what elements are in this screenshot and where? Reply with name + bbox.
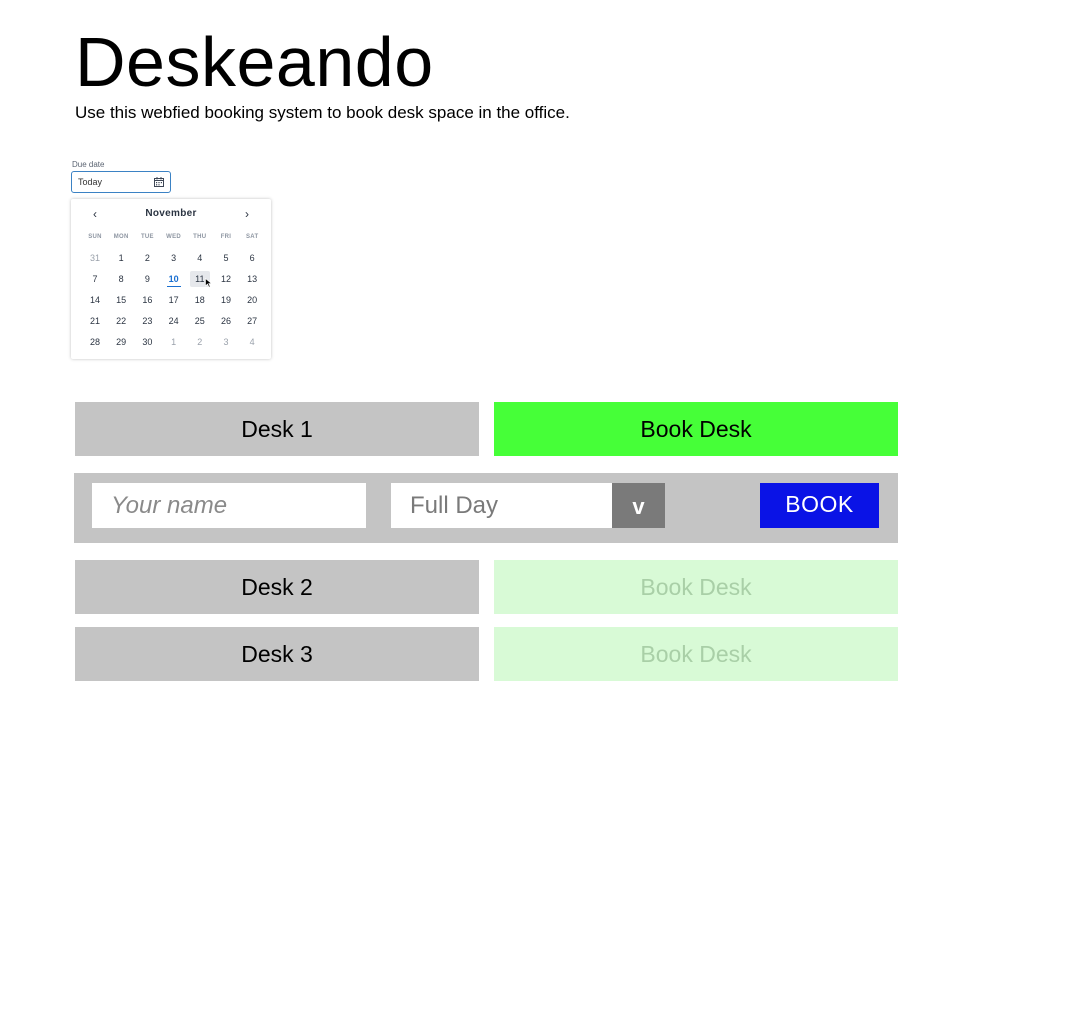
- calendar-day[interactable]: 24: [164, 313, 184, 329]
- calendar-day[interactable]: 1: [111, 250, 131, 266]
- desk-1-label: Desk 1: [75, 402, 479, 456]
- calendar-icon[interactable]: [154, 177, 164, 187]
- calendar-day[interactable]: 6: [242, 250, 262, 266]
- calendar-day[interactable]: 21: [85, 313, 105, 329]
- calendar-day[interactable]: 17: [164, 292, 184, 308]
- calendar-day[interactable]: 5: [216, 250, 236, 266]
- calendar-day[interactable]: 9: [137, 271, 157, 287]
- calendar-day[interactable]: 13: [242, 271, 262, 287]
- calendar-day[interactable]: 4: [190, 250, 210, 266]
- calendar-day[interactable]: 25: [190, 313, 210, 329]
- name-input[interactable]: [92, 483, 366, 528]
- due-date-value: Today: [78, 177, 103, 187]
- weekday-label: FRI: [220, 234, 232, 240]
- booking-form: Full Day v BOOK: [74, 473, 898, 543]
- weekday-label: WED: [166, 234, 182, 240]
- calendar-day[interactable]: 18: [190, 292, 210, 308]
- calendar-day[interactable]: 30: [137, 334, 157, 350]
- duration-select[interactable]: Full Day v: [391, 483, 665, 528]
- calendar-day[interactable]: 3: [164, 250, 184, 266]
- calendar-day[interactable]: 26: [216, 313, 236, 329]
- desk-3-label: Desk 3: [75, 627, 479, 681]
- calendar-day[interactable]: 10: [164, 271, 184, 287]
- calendar-day[interactable]: 19: [216, 292, 236, 308]
- calendar-day[interactable]: 4: [242, 334, 262, 350]
- calendar-day[interactable]: 2: [137, 250, 157, 266]
- book-submit-button[interactable]: BOOK: [760, 483, 879, 528]
- calendar-day[interactable]: 15: [111, 292, 131, 308]
- calendar-day[interactable]: 29: [111, 334, 131, 350]
- duration-value: Full Day: [410, 492, 499, 519]
- calendar-day[interactable]: 2: [190, 334, 210, 350]
- calendar-day[interactable]: 27: [242, 313, 262, 329]
- calendar-day[interactable]: 20: [242, 292, 262, 308]
- chevron-right-icon[interactable]: ›: [240, 207, 254, 221]
- calendar-day[interactable]: 14: [85, 292, 105, 308]
- weekday-label: MON: [113, 234, 129, 240]
- calendar-day[interactable]: 22: [111, 313, 131, 329]
- desk-2-label: Desk 2: [75, 560, 479, 614]
- app-title: Deskeando: [75, 23, 434, 101]
- calendar-day[interactable]: 31: [85, 250, 105, 266]
- calendar-popup: ‹ November › SUN MON TUE WED THU FRI SAT 31 1 2 3 4…: [71, 199, 271, 359]
- calendar-day[interactable]: 16: [137, 292, 157, 308]
- weekday-label: SUN: [88, 234, 102, 240]
- calendar-day[interactable]: 8: [111, 271, 131, 287]
- book-desk-3-button[interactable]: Book Desk: [494, 627, 898, 681]
- weekday-label: TUE: [140, 234, 154, 240]
- mouse-cursor-icon: [205, 278, 213, 288]
- chevron-down-icon[interactable]: v: [612, 483, 665, 528]
- due-date-input[interactable]: Today: [71, 171, 171, 193]
- calendar-day[interactable]: 12: [216, 271, 236, 287]
- weekday-label: THU: [193, 234, 207, 240]
- calendar-day[interactable]: 28: [85, 334, 105, 350]
- calendar-header: ‹ November ›: [71, 207, 271, 223]
- calendar-day[interactable]: 3: [216, 334, 236, 350]
- app-subtitle: Use this webfied booking system to book …: [75, 103, 570, 122]
- calendar-day[interactable]: 7: [85, 271, 105, 287]
- weekday-label: SAT: [245, 234, 259, 240]
- book-desk-1-button[interactable]: Book Desk: [494, 402, 898, 456]
- due-date-label: Due date: [72, 160, 105, 169]
- calendar-day[interactable]: 23: [137, 313, 157, 329]
- calendar-day[interactable]: 1: [164, 334, 184, 350]
- book-desk-2-button[interactable]: Book Desk: [494, 560, 898, 614]
